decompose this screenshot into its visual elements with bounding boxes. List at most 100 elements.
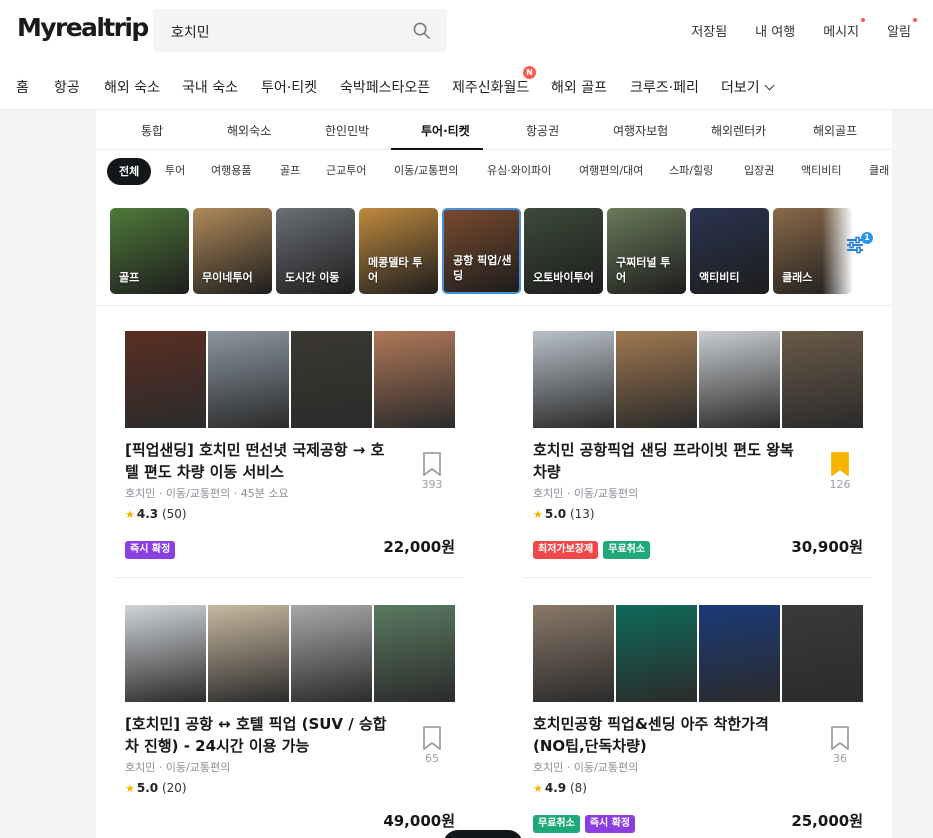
nav-stay-festa[interactable]: 숙박페스타오픈 <box>340 77 430 97</box>
filter-count-badge: 1 <box>861 232 873 244</box>
badge-instant-confirm: 즉시 확정 <box>125 541 176 559</box>
main-nav: 홈 항공 해외 숙소 국내 숙소 투어·티켓 숙박페스타오픈 제주신화월드 N … <box>0 64 933 110</box>
product-badges: 무료취소 즉시 확정 <box>533 815 636 833</box>
badge-instant-confirm: 즉시 확정 <box>584 815 636 833</box>
search-input[interactable]: 호치민 <box>171 22 210 42</box>
product-image <box>533 605 614 702</box>
top-links: 저장됨 내 여행 메시지 알림 <box>691 18 917 40</box>
theme-golf[interactable]: 골프 <box>110 208 189 294</box>
tab-tours-tickets[interactable]: 투어·티켓 <box>421 122 470 139</box>
product-price: 30,900원 <box>791 538 863 556</box>
search-box[interactable]: 호치민 <box>153 9 447 52</box>
chip-all[interactable]: 전체 <box>107 158 152 185</box>
product-images <box>533 331 863 428</box>
chip-transport[interactable]: 이동/교통편의 <box>394 162 458 178</box>
chip-spa-healing[interactable]: 스파/힐링 <box>669 162 713 178</box>
chip-travel-goods[interactable]: 여행용품 <box>211 162 251 178</box>
star-icon: ★ <box>533 508 543 521</box>
tab-overseas-golf[interactable]: 해외골프 <box>813 122 857 139</box>
theme-motorbike-tour[interactable]: 오토바이투어 <box>524 208 603 294</box>
bookmark-icon[interactable] <box>830 725 850 751</box>
product-badges: 즉시 확정 <box>125 541 176 559</box>
product-image <box>699 331 780 428</box>
chip-class[interactable]: 클래 <box>869 162 889 178</box>
bookmark-filled-icon[interactable] <box>830 451 850 477</box>
top-link-messages[interactable]: 메시지 <box>823 18 866 40</box>
nav-domestic-stay[interactable]: 국내 숙소 <box>182 77 238 97</box>
chip-nearby-tour[interactable]: 근교투어 <box>326 162 366 178</box>
nav-overseas-golf[interactable]: 해외 골프 <box>551 77 607 97</box>
product-title[interactable]: [픽업샌딩] 호치민 떤선녓 국제공항 → 호텔 편도 차량 이동 서비스 <box>125 439 393 483</box>
bookmark-icon[interactable] <box>422 725 442 751</box>
bookmark-icon[interactable] <box>422 451 442 477</box>
product-title[interactable]: [호치민] 공항 ↔ 호텔 픽업 (SUV / 승합차 진행) - 24시간 이… <box>125 713 393 757</box>
nav-jeju-shinhwa[interactable]: 제주신화월드 N <box>452 66 536 97</box>
nav-flights[interactable]: 항공 <box>54 77 80 97</box>
product-title[interactable]: 호치민공항 픽업&센딩 아주 착한가격 (NO팁,단독차량) <box>533 713 801 757</box>
theme-thumbnails: 골프 무이네투어 도시간 이동 메콩델타 투어 공항 픽업/샌딩 오토바이투어 … <box>96 208 892 294</box>
product-price: 49,000원 <box>383 812 455 830</box>
chip-admission[interactable]: 입장권 <box>744 162 774 178</box>
product-image <box>533 331 614 428</box>
product-image <box>125 605 206 702</box>
top-link-my-trips[interactable]: 내 여행 <box>755 21 795 40</box>
tab-travel-insurance[interactable]: 여행자보험 <box>613 122 668 139</box>
product-image <box>374 605 455 702</box>
product-image <box>782 331 863 428</box>
chevron-down-icon <box>764 80 775 91</box>
chip-golf[interactable]: 골프 <box>280 162 300 178</box>
nav-more[interactable]: 더보기 <box>721 77 775 97</box>
theme-muine-tour[interactable]: 무이네투어 <box>193 208 272 294</box>
badge-free-cancel: 무료취소 <box>603 541 651 559</box>
divider <box>96 305 892 306</box>
nav-home[interactable]: 홈 <box>16 77 29 97</box>
star-icon: ★ <box>125 508 135 521</box>
theme-intercity-transfer[interactable]: 도시간 이동 <box>276 208 355 294</box>
badge-lowest-price-guarantee: 최저가보장제 <box>533 541 599 559</box>
new-dot <box>861 18 866 22</box>
chip-convenience-rental[interactable]: 여행편의/대여 <box>579 162 643 178</box>
chip-activity[interactable]: 액티비티 <box>801 162 841 178</box>
product-meta: 호치민 · 이동/교통편의 <box>533 487 639 500</box>
product-image <box>208 605 289 702</box>
theme-cu-chi-tunnel-tour[interactable]: 구찌터널 투어 <box>607 208 686 294</box>
theme-activity[interactable]: 액티비티 <box>690 208 769 294</box>
product-images <box>125 605 455 702</box>
logo[interactable]: Myrealtrip <box>17 13 149 42</box>
chip-tour[interactable]: 투어 <box>165 162 185 178</box>
product-meta: 호치민 · 이동/교통편의 · 45분 소요 <box>125 487 289 500</box>
product-image <box>782 605 863 702</box>
results-panel: 통합 해외숙소 한인민박 투어·티켓 항공권 여행자보험 해외렌터카 해외골프 … <box>96 110 892 838</box>
floating-button[interactable] <box>443 830 523 838</box>
tab-korean-minbak[interactable]: 한인민박 <box>325 122 369 139</box>
subcategory-chips: 전체 투어 여행용품 골프 근교투어 이동/교통편의 유심·와이파이 여행편의/… <box>96 158 892 188</box>
card-divider <box>523 577 871 578</box>
star-icon: ★ <box>533 782 543 795</box>
card-divider <box>115 577 463 578</box>
tab-rental-car[interactable]: 해외렌터카 <box>711 122 766 139</box>
product-price: 25,000원 <box>791 812 863 830</box>
top-link-saved[interactable]: 저장됨 <box>691 21 727 40</box>
theme-airport-pickup[interactable]: 공항 픽업/샌딩 <box>442 208 521 294</box>
nav-overseas-stay[interactable]: 해외 숙소 <box>104 77 160 97</box>
product-images <box>533 605 863 702</box>
theme-mekong-delta-tour[interactable]: 메콩델타 투어 <box>359 208 438 294</box>
tab-overseas-stay[interactable]: 해외숙소 <box>227 122 271 139</box>
active-tab-underline <box>391 148 483 150</box>
nav-cruise-ferry[interactable]: 크루즈·페리 <box>630 77 699 97</box>
chip-usim-wifi[interactable]: 유심·와이파이 <box>487 162 551 178</box>
product-images <box>125 331 455 428</box>
tab-flights[interactable]: 항공권 <box>526 122 559 139</box>
product-image <box>291 331 372 428</box>
search-icon[interactable] <box>412 21 431 40</box>
product-image <box>208 331 289 428</box>
product-badges: 최저가보장제 무료취소 <box>533 541 651 559</box>
product-rating: ★ 4.9 (8) <box>533 781 587 795</box>
top-link-notifications[interactable]: 알림 <box>887 18 917 40</box>
product-image <box>125 331 206 428</box>
product-meta: 호치민 · 이동/교통편의 <box>533 761 639 774</box>
saved-count: 393 <box>421 478 443 491</box>
product-title[interactable]: 호치민 공항픽업 샌딩 프라이빗 편도 왕복 차량 <box>533 439 801 483</box>
nav-tours-tickets[interactable]: 투어·티켓 <box>261 77 317 97</box>
tab-all[interactable]: 통합 <box>141 122 163 139</box>
